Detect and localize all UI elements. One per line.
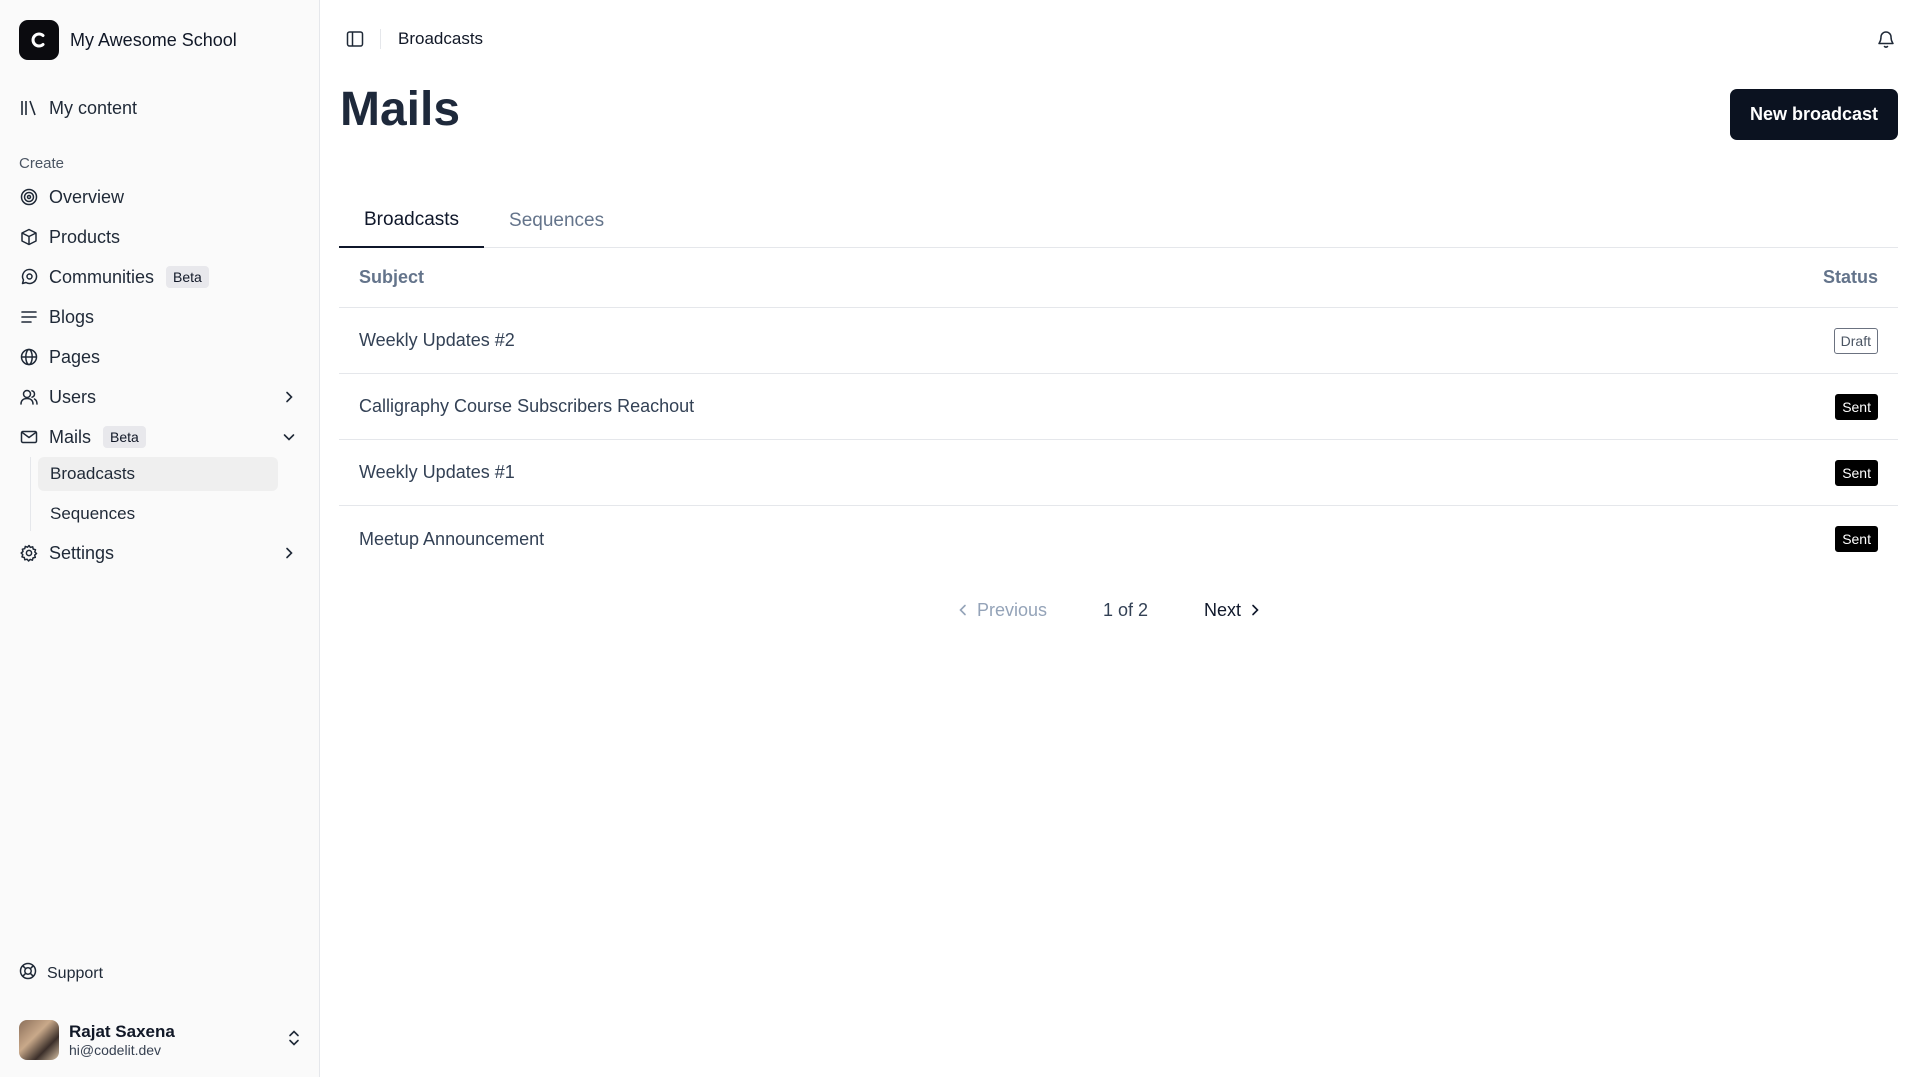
lines-icon [19,307,39,327]
status-badge: Sent [1835,526,1878,552]
chevron-right-icon [279,543,299,563]
users-icon [19,387,39,407]
table-header: Subject Status [339,248,1898,308]
chat-icon [19,267,39,287]
sidebar-item-label: Communities [49,266,155,287]
table-row[interactable]: Weekly Updates #1 Sent [339,440,1898,506]
lifebuoy-icon [19,962,37,985]
column-status: Status [1822,267,1878,287]
sidebar-item-products[interactable]: Products [0,217,319,257]
brand-logo [19,20,59,60]
support-link[interactable]: Support [19,962,103,985]
row-subject: Weekly Updates #1 [359,462,515,482]
bell-icon[interactable] [1874,27,1898,51]
sidebar-item-users[interactable]: Users [0,377,319,417]
previous-button[interactable]: Previous [957,600,1047,621]
sidebar-item-label: My content [49,97,138,118]
tab-sequences[interactable]: Sequences [484,194,629,248]
topbar: Broadcasts [344,28,483,50]
row-subject: Calligraphy Course Subscribers Reachout [359,396,695,416]
support-label: Support [47,964,104,982]
user-name: Rajat Saxena [69,1022,175,1042]
status-badge: Sent [1835,393,1878,420]
row-subject: Meetup Announcement [359,528,545,549]
sidebar-item-label: Mails [49,426,92,447]
beta-badge: Beta [103,426,146,448]
globe-icon [19,347,39,367]
user-info: Rajat Saxena hi@codelit.dev [69,1022,175,1058]
sidebar-item-label: Blogs [49,306,95,327]
sidebar-item-overview[interactable]: Overview [0,177,319,217]
brand[interactable]: My Awesome School [19,20,319,60]
page-indicator: 1 of 2 [1102,600,1149,620]
main-content: Broadcasts Mails New broadcast Broadcast… [320,0,1918,1077]
app: My Awesome School My content Create Over… [0,0,1918,1077]
broadcasts-table: Subject Status Weekly Updates #2 Draft C… [339,248,1898,572]
table-row[interactable]: Weekly Updates #2 Draft [339,308,1898,374]
brand-name: My Awesome School [70,29,237,50]
tab-broadcasts[interactable]: Broadcasts [339,194,485,248]
sidebar-item-label: Overview [49,186,125,207]
tabs: Broadcasts Sequences [339,194,1898,248]
table-row[interactable]: Calligraphy Course Subscribers Reachout … [339,374,1898,440]
chevron-right-icon [279,387,299,407]
previous-label: Previous [976,600,1047,620]
gear-icon [19,543,39,563]
next-label: Next [1204,600,1242,620]
sidebar-item-mails[interactable]: Mails Beta [0,417,319,457]
sidebar: My Awesome School My content Create Over… [0,0,320,1077]
chevron-down-icon [279,427,299,447]
beta-badge: Beta [166,266,209,288]
logo-c-icon [31,32,45,48]
status-badge: Draft [1833,327,1878,354]
status-badge: Sent [1835,459,1878,486]
column-subject: Subject [359,267,425,287]
pagination: Previous 1 of 2 Next [320,600,1918,621]
table-row[interactable]: Meetup Announcement Sent [339,506,1898,572]
library-icon [19,98,39,118]
sidebar-item-label: Settings [49,542,115,563]
sidebar-toggle-icon[interactable] [344,28,366,50]
box-icon [19,227,39,247]
next-button[interactable]: Next [1204,600,1261,621]
topbar-divider [380,29,381,49]
sidebar-item-communities[interactable]: Communities Beta [0,257,319,297]
chevron-left-icon [957,600,969,621]
sidebar-item-blogs[interactable]: Blogs [0,297,319,337]
chevron-right-icon [1249,600,1261,621]
row-subject: Weekly Updates #2 [359,330,515,350]
sidebar-item-my-content[interactable]: My content [0,88,319,128]
sidebar-item-label: Pages [49,346,101,367]
chevrons-up-down-icon [287,1029,301,1052]
target-icon [19,187,39,207]
sidebar-item-label: Products [49,226,121,247]
sidebar-item-broadcasts[interactable]: Broadcasts [38,457,278,491]
new-broadcast-button[interactable]: New broadcast [1729,89,1898,140]
mail-icon [19,427,39,447]
sidebar-item-settings[interactable]: Settings [0,533,319,573]
sidebar-item-sequences[interactable]: Sequences [38,497,278,531]
sidebar-item-label: Users [49,386,97,407]
sidebar-item-pages[interactable]: Pages [0,337,319,377]
mails-sub-nav: Broadcasts Sequences [30,457,319,531]
section-title-create: Create [19,155,65,172]
avatar [19,1020,59,1060]
user-email: hi@codelit.dev [69,1041,162,1058]
page-title: Mails [340,83,461,136]
breadcrumb[interactable]: Broadcasts [398,29,483,49]
user-menu[interactable]: Rajat Saxena hi@codelit.dev [19,1020,301,1060]
